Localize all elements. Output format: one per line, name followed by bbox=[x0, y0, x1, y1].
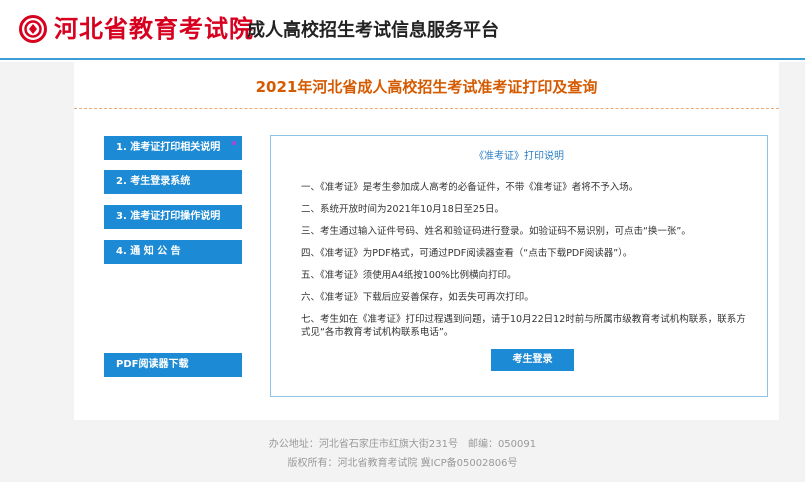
instruction-item: 二、系统开放时间为2021年10月18日至25日。 bbox=[301, 204, 504, 215]
candidate-login-button[interactable]: 考生登录 bbox=[491, 349, 574, 371]
menu-item-label: 1. 准考证打印相关说明 bbox=[116, 142, 221, 153]
menu-item-print-operation-guide[interactable]: 3. 准考证打印操作说明 bbox=[104, 205, 242, 229]
instruction-item: 六、《准考证》下载后应妥善保存，如丢失可再次打印。 bbox=[301, 292, 534, 303]
footer-address: 办公地址：河北省石家庄市红旗大街231号 邮编：050091 bbox=[268, 439, 537, 450]
platform-name: 成人高校招生考试信息服务平台 bbox=[247, 20, 499, 41]
footer-copyright: 版权所有：河北省教育考试院 冀ICP备05002806号 bbox=[287, 458, 518, 469]
instruction-item: 一、《准考证》是考生参加成人高考的必备证件，不带《准考证》者将不予入场。 bbox=[301, 182, 639, 193]
print-instructions-box: 《准考证》打印说明 一、《准考证》是考生参加成人高考的必备证件，不带《准考证》者… bbox=[270, 135, 768, 397]
title-divider bbox=[74, 108, 779, 109]
menu-item-pdf-reader-download[interactable]: PDF阅读器下载 bbox=[104, 353, 242, 377]
menu-item-candidate-login[interactable]: 2. 考生登录系统 bbox=[104, 170, 242, 194]
exam-authority-logo-icon bbox=[19, 15, 47, 43]
site-header: 河北省教育考试院 成人高校招生考试信息服务平台 bbox=[0, 0, 805, 60]
menu-item-label: PDF阅读器下载 bbox=[116, 359, 189, 370]
menu-item-label: 2. 考生登录系统 bbox=[116, 176, 191, 187]
page-title: 2021年河北省成人高校招生考试准考证打印及查询 bbox=[255, 78, 598, 96]
menu-item-announcements[interactable]: 4. 通 知 公 告 bbox=[104, 240, 242, 264]
instruction-item: 四、《准考证》为PDF格式，可通过PDF阅读器查看（“点击下载PDF阅读器”）。 bbox=[301, 248, 633, 259]
menu-item-label: 4. 通 知 公 告 bbox=[116, 246, 181, 257]
main-panel: 2021年河北省成人高校招生考试准考证打印及查询 1. 准考证打印相关说明 2.… bbox=[74, 62, 779, 420]
instructions-title: 《准考证》打印说明 bbox=[474, 151, 564, 162]
menu-item-label: 3. 准考证打印操作说明 bbox=[116, 211, 221, 222]
instruction-item: 三、考生通过输入证件号码、姓名和验证码进行登录。如验证码不易识别，可点击“换一张… bbox=[301, 226, 691, 237]
instruction-item: 七、考生如在《准考证》打印过程遇到问题，请于10月22日12时前与所属市级教育考… bbox=[301, 314, 746, 338]
active-marker-icon bbox=[232, 141, 236, 145]
org-name-logo: 河北省教育考试院 bbox=[54, 15, 254, 43]
menu-item-print-instructions[interactable]: 1. 准考证打印相关说明 bbox=[104, 136, 242, 160]
instruction-item: 五、《准考证》须使用A4纸按100%比例横向打印。 bbox=[301, 270, 517, 281]
